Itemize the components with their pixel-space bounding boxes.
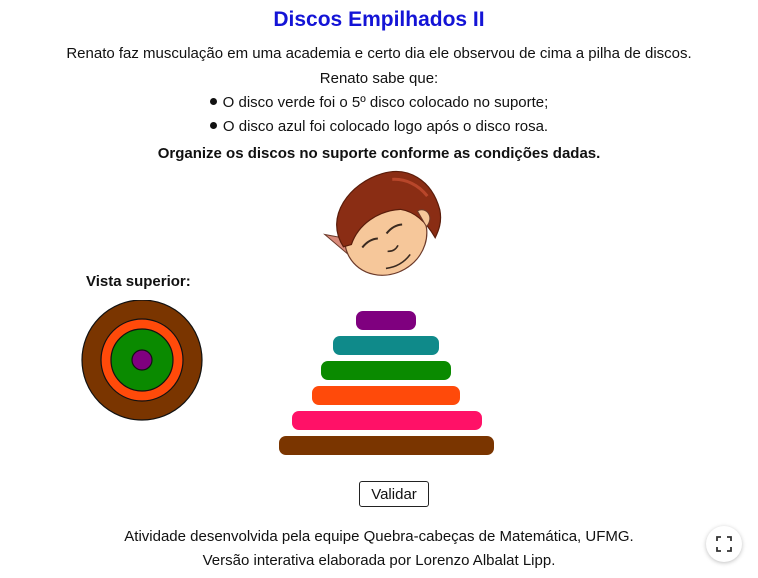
top-view-ring-purple — [131, 349, 153, 371]
instruction-text: Organize os discos no suporte conforme a… — [157, 145, 601, 162]
person-head-icon — [323, 170, 442, 276]
knows-text: Renato sabe que: — [319, 70, 439, 87]
condition-text: O disco azul foi colocado logo após o di… — [222, 118, 549, 135]
disc-orange[interactable] — [312, 386, 460, 405]
intro-text: Renato faz musculação em uma academia e … — [66, 45, 692, 62]
fullscreen-icon — [716, 536, 732, 552]
fullscreen-button[interactable] — [706, 526, 742, 562]
disc-purple[interactable] — [356, 311, 416, 330]
credits-line: Atividade desenvolvida pela equipe Quebr… — [124, 528, 634, 545]
credits-line: Versão interativa elaborada por Lorenzo … — [202, 552, 556, 569]
bullet-icon — [209, 122, 217, 129]
disc-brown[interactable] — [279, 436, 494, 455]
disc-teal[interactable] — [333, 336, 439, 355]
page-title: Discos Empilhados II — [273, 8, 485, 31]
condition-item: O disco verde foi o 5º disco colocado no… — [0, 94, 758, 111]
top-view-diagram — [81, 300, 203, 421]
top-view-label: Vista superior: — [86, 273, 191, 290]
bullet-icon — [209, 98, 217, 105]
condition-text: O disco verde foi o 5º disco colocado no… — [222, 94, 549, 111]
disc-green[interactable] — [321, 361, 451, 380]
validate-button[interactable]: Validar — [359, 481, 429, 507]
disc-pink[interactable] — [292, 411, 482, 430]
condition-item: O disco azul foi colocado logo após o di… — [0, 118, 758, 135]
